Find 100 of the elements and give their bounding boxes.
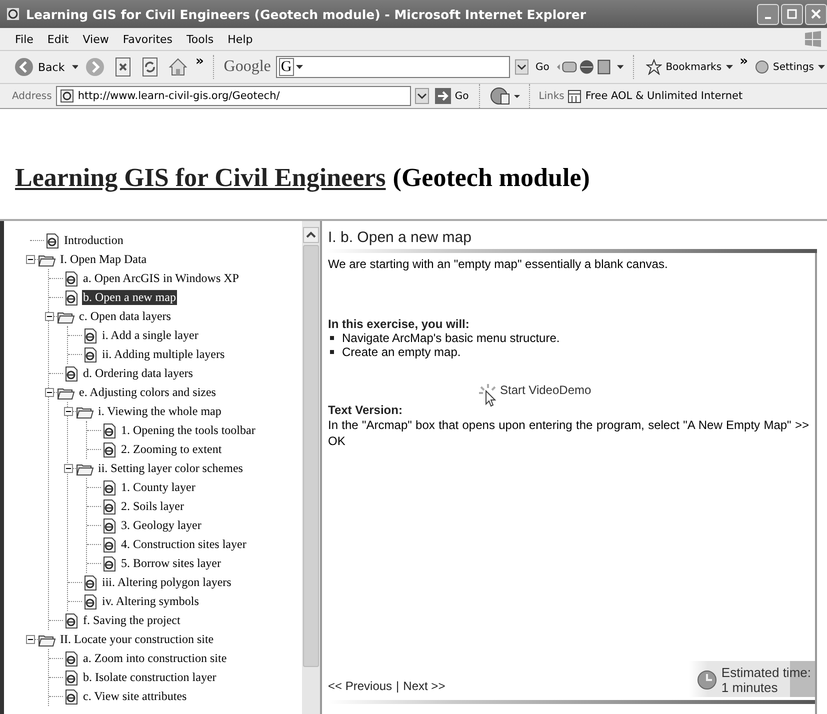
caret-icon[interactable] bbox=[72, 64, 78, 70]
instruction-text: In the "Arcmap" box that opens upon entering the program, select "A New Empty Map" >> OK bbox=[328, 417, 810, 449]
search-field[interactable]: G bbox=[276, 56, 510, 78]
close-icon bbox=[811, 9, 821, 19]
tree-item[interactable]: b. Open a new map bbox=[82, 290, 177, 305]
back-button[interactable]: Back bbox=[12, 57, 67, 77]
tree-item[interactable]: ii. Setting layer color schemes bbox=[97, 461, 244, 476]
estimate-label: Estimated time: bbox=[721, 665, 811, 680]
tree-item[interactable]: d. Ordering data layers bbox=[82, 366, 194, 381]
maximize-icon bbox=[787, 9, 797, 19]
collapse-icon[interactable] bbox=[45, 388, 54, 397]
arrow-icon bbox=[434, 88, 451, 104]
tree-item[interactable]: ii. Adding multiple layers bbox=[101, 347, 226, 362]
page-icon bbox=[63, 290, 79, 306]
page-icon bbox=[63, 650, 79, 666]
settings-icon bbox=[754, 60, 769, 74]
tree-item[interactable]: i. Viewing the whole map bbox=[97, 404, 222, 419]
dropdown-icon[interactable] bbox=[414, 88, 429, 104]
toolbar-icons-drawing[interactable] bbox=[556, 58, 612, 76]
estimate-value: 1 minutes bbox=[721, 680, 779, 695]
star-icon bbox=[646, 59, 662, 75]
menu-item[interactable]: View bbox=[78, 32, 114, 46]
list-item: Navigate ArcMap's basic menu structure. bbox=[342, 331, 560, 345]
bookmarks-button[interactable]: Bookmarks bbox=[644, 59, 735, 75]
section-heading: Text Version: bbox=[328, 403, 404, 417]
tree-item[interactable]: c. View site attributes bbox=[82, 689, 188, 704]
menu-item[interactable]: Tools bbox=[182, 32, 219, 46]
previous-link[interactable]: << Previous bbox=[328, 679, 392, 693]
tree-item[interactable]: a. Zoom into construction site bbox=[82, 651, 228, 666]
more-chevron[interactable]: » bbox=[195, 54, 204, 69]
tree-item[interactable]: 4. Construction sites layer bbox=[120, 537, 248, 552]
tree-item[interactable]: b. Isolate construction layer bbox=[82, 670, 218, 685]
collapse-icon[interactable] bbox=[45, 312, 54, 321]
list-item: Create an empty map. bbox=[342, 345, 461, 359]
tree-item[interactable]: e. Adjusting colors and sizes bbox=[78, 385, 217, 400]
cursor-icon[interactable] bbox=[478, 383, 498, 407]
page-icon bbox=[101, 480, 117, 496]
tree-item[interactable]: a. Open ArcGIS in Windows XP bbox=[82, 271, 240, 286]
tree-item[interactable]: 1. County layer bbox=[120, 480, 196, 495]
more-chevron[interactable]: » bbox=[740, 54, 748, 69]
maximize-button[interactable] bbox=[781, 4, 803, 24]
tree-item[interactable]: 2. Zooming to extent bbox=[120, 442, 223, 457]
page-icon bbox=[101, 442, 117, 458]
tree-item[interactable]: c. Open data layers bbox=[78, 309, 172, 324]
intro-text: We are starting with an "empty map" essentially a blank canvas. bbox=[328, 257, 669, 271]
tree-item[interactable]: 3. Geology layer bbox=[120, 518, 202, 533]
menu-item[interactable]: Edit bbox=[42, 32, 74, 46]
title-link[interactable]: Learning GIS for Civil Engineers bbox=[15, 163, 386, 219]
collapse-icon[interactable] bbox=[26, 255, 35, 264]
menu-item[interactable]: File bbox=[10, 32, 38, 46]
collapse-icon[interactable] bbox=[64, 407, 73, 416]
video-link[interactable]: Start VideoDemo bbox=[500, 383, 592, 397]
next-link[interactable]: Next >> bbox=[403, 679, 446, 693]
refresh-icon bbox=[141, 57, 160, 77]
browser-icon bbox=[6, 7, 20, 21]
scroll-up-icon[interactable] bbox=[303, 227, 319, 243]
tree-item[interactable]: II. Locate your construction site bbox=[59, 632, 215, 647]
page-icon bbox=[63, 670, 79, 686]
tree-item[interactable]: 2. Soils layer bbox=[120, 499, 185, 514]
settings-button[interactable]: Settings bbox=[752, 60, 827, 74]
tree-item[interactable]: iv. Altering symbols bbox=[101, 594, 200, 609]
link-item[interactable]: Free AOL & Unlimited Internet bbox=[568, 90, 743, 102]
caret-icon[interactable] bbox=[617, 64, 624, 70]
scroll-thumb[interactable] bbox=[303, 245, 319, 667]
globe-document-icon[interactable] bbox=[488, 86, 521, 106]
page-icon bbox=[82, 594, 98, 610]
tree-item[interactable]: I. Open Map Data bbox=[59, 252, 148, 267]
tree-item[interactable]: iii. Altering polygon layers bbox=[101, 575, 232, 590]
go-button[interactable]: Go bbox=[432, 88, 471, 104]
menu-item[interactable]: Help bbox=[222, 32, 258, 46]
minimize-icon bbox=[765, 17, 771, 19]
close-button[interactable] bbox=[805, 4, 827, 24]
collapse-icon[interactable] bbox=[26, 635, 35, 644]
lesson-heading: I. b. Open a new map bbox=[327, 229, 472, 246]
page-icon bbox=[101, 518, 117, 534]
folder-icon bbox=[57, 386, 75, 400]
address-field[interactable]: http://www.learn-civil-gis.org/Geotech/ bbox=[56, 86, 411, 106]
caret-icon bbox=[726, 64, 733, 70]
minimize-button[interactable] bbox=[757, 4, 779, 24]
dropdown-icon[interactable] bbox=[515, 59, 529, 75]
folder-icon bbox=[38, 252, 56, 266]
go-button[interactable]: Go bbox=[534, 62, 552, 72]
links-label: Links bbox=[538, 90, 564, 102]
window-title: Learning GIS for Civil Engineers (Geotech module) - Microsoft Internet Explorer bbox=[26, 6, 587, 22]
page-icon bbox=[63, 688, 79, 704]
tree-item[interactable]: f. Saving the project bbox=[82, 613, 182, 628]
page-icon bbox=[63, 612, 79, 628]
tree-item[interactable]: 1. Opening the tools toolbar bbox=[120, 423, 256, 438]
page-icon bbox=[101, 422, 117, 438]
page-icon bbox=[101, 536, 117, 552]
address-label: Address bbox=[12, 90, 52, 102]
tree-item[interactable]: i. Add a single layer bbox=[101, 328, 200, 343]
page-icon bbox=[63, 366, 79, 382]
caret-icon bbox=[818, 64, 825, 70]
tree-item[interactable]: 5. Borrow sites layer bbox=[120, 556, 222, 571]
menu-item[interactable]: Favorites bbox=[118, 32, 178, 46]
scrollbar[interactable] bbox=[302, 221, 320, 714]
collapse-icon[interactable] bbox=[64, 464, 73, 473]
page-title: (Geotech module) bbox=[392, 163, 590, 194]
tree-item[interactable]: Introduction bbox=[63, 233, 124, 248]
